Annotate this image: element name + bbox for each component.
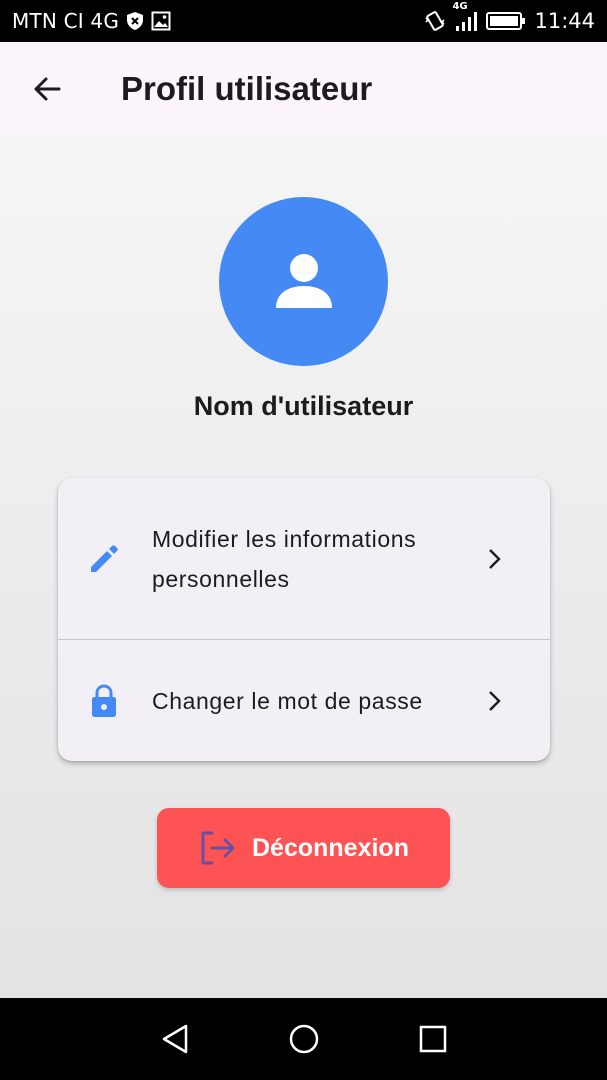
page-title: Profil utilisateur [121,70,373,107]
home-circle-icon [288,1023,320,1055]
nav-recents-button[interactable] [408,1014,458,1064]
nav-back-button[interactable] [150,1014,200,1064]
pencil-icon [86,541,122,577]
chevron-right-icon [482,689,506,713]
signal-icon: 4G [452,1,478,32]
logout-icon [198,828,238,868]
network-label: 4G [452,1,468,12]
username: Nom d'utilisateur [193,391,414,421]
back-button[interactable] [16,58,78,120]
person-icon [274,252,334,312]
image-icon [151,11,171,31]
change-password-label: Changer le mot de passe [152,687,423,714]
system-nav-bar [0,998,607,1080]
profile-options-card: Modifier les informations personnelles C… [58,478,550,761]
chevron-right-icon [482,547,506,571]
logout-label: Déconnexion [252,833,409,862]
profile-content: Nom d'utilisateur Modifier les informati… [0,136,607,998]
carrier-label: MTN CI 4G [12,9,120,33]
edit-personal-info-item[interactable]: Modifier les informations personnelles [58,478,550,639]
edit-personal-info-label: Modifier les informations personnelles [152,525,417,592]
change-password-item[interactable]: Changer le mot de passe [58,640,550,761]
vibrate-icon [424,10,446,32]
back-triangle-icon [160,1023,190,1055]
logout-button[interactable]: Déconnexion [157,808,450,888]
nav-home-button[interactable] [279,1014,329,1064]
recents-square-icon [418,1024,448,1054]
battery-icon [486,11,526,31]
clock: 11:44 [534,9,595,33]
avatar [219,197,388,366]
app-bar: Profil utilisateur [0,42,607,136]
status-bar: MTN CI 4G 4G 11:44 [0,0,607,42]
shield-x-icon [127,12,144,30]
status-bar-left: MTN CI 4G [12,9,171,33]
lock-icon [86,683,122,719]
arrow-left-icon [32,74,62,104]
status-bar-right: 4G 11:44 [424,1,595,33]
